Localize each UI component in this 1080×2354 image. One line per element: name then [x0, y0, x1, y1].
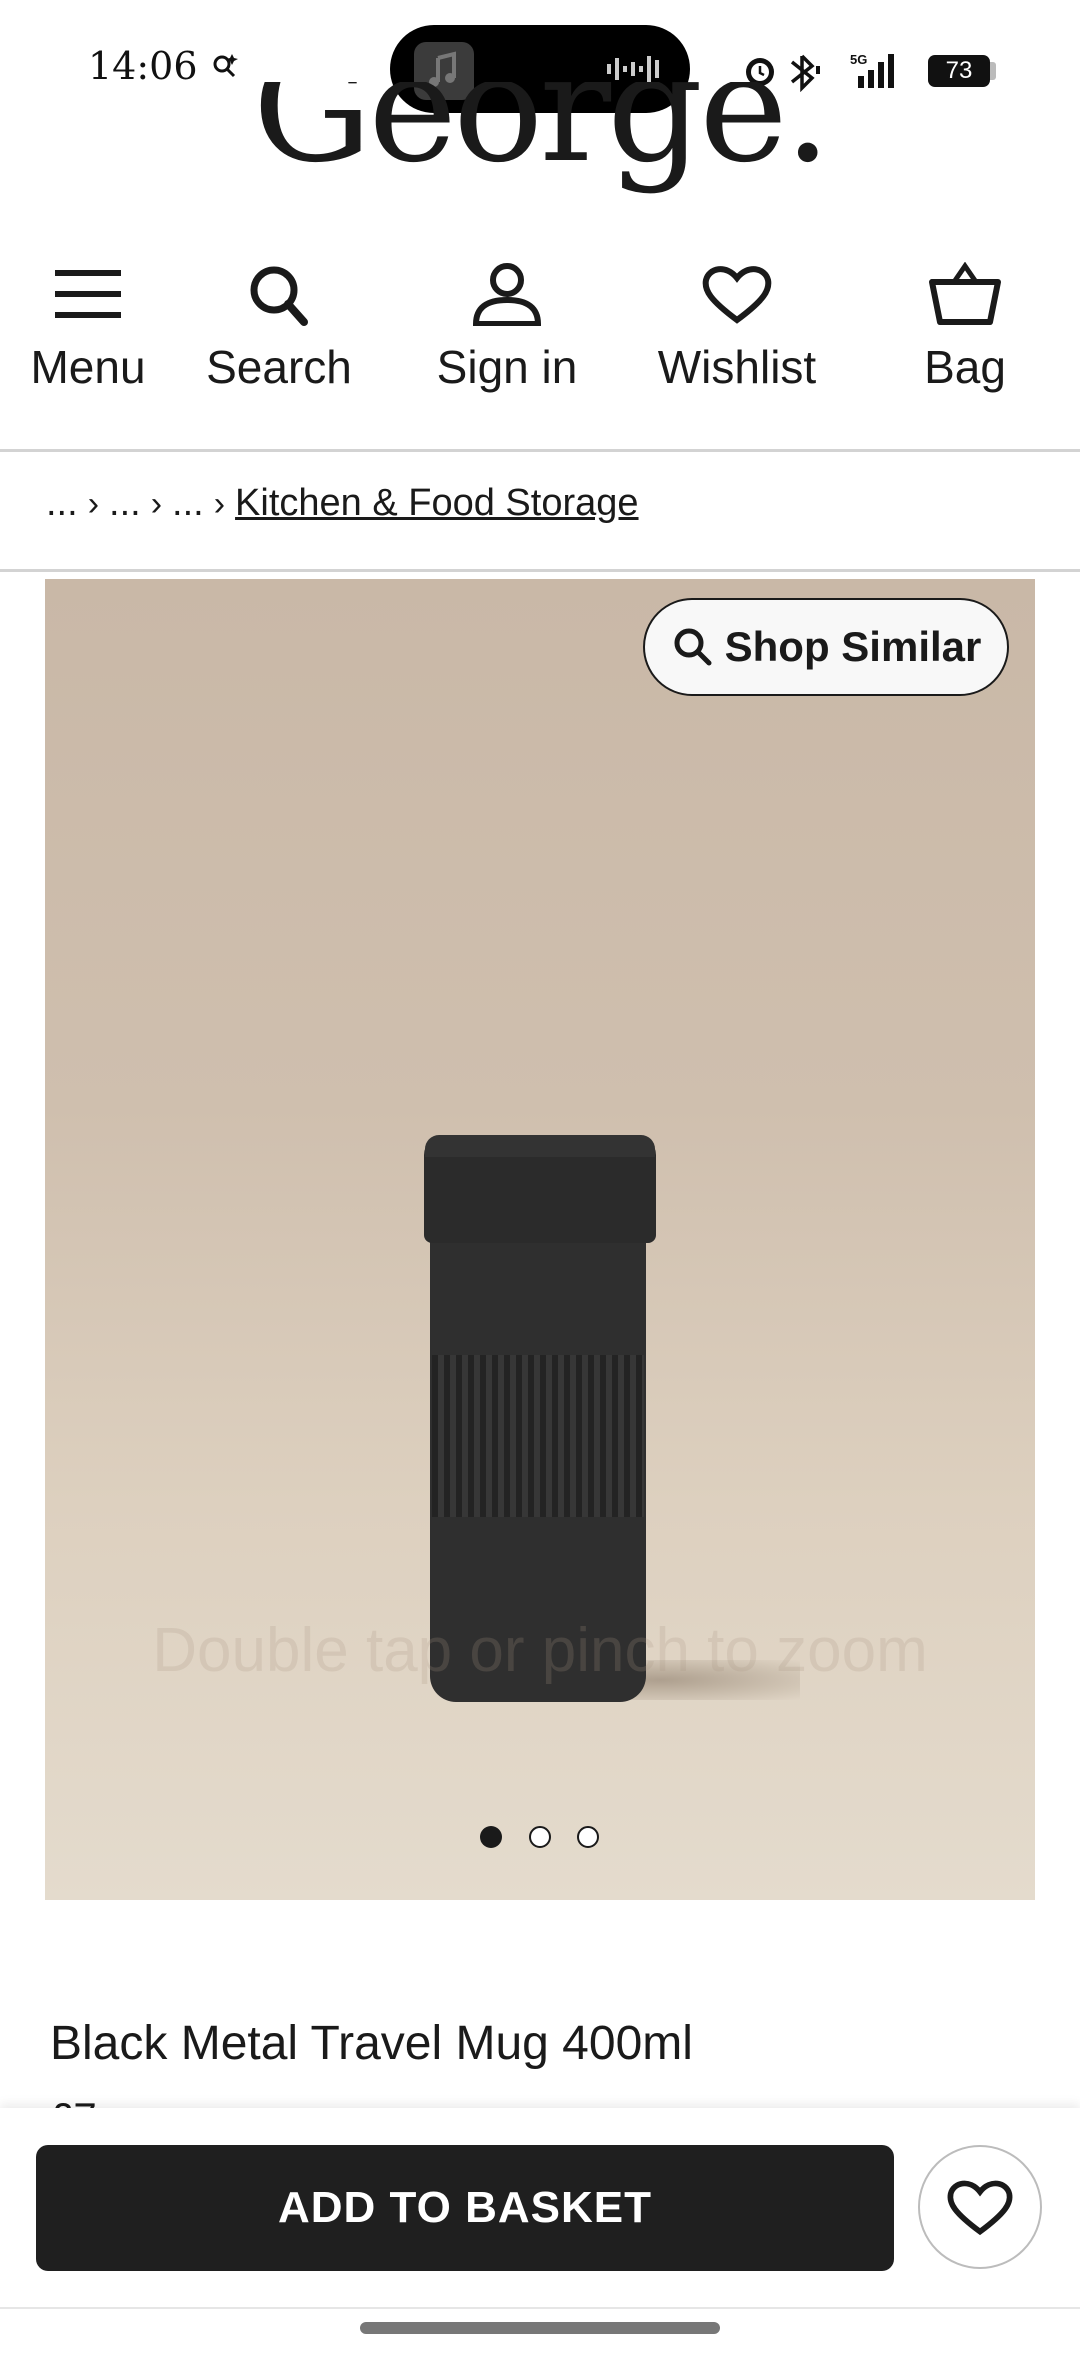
battery-tip — [990, 62, 996, 80]
chevron-right-icon: › — [213, 485, 226, 523]
mug-lid-top — [425, 1135, 655, 1157]
menu-button[interactable]: Menu — [18, 262, 158, 422]
chevron-right-icon: › — [150, 485, 163, 523]
signin-button[interactable]: Sign in — [430, 262, 584, 422]
carousel-dot-3[interactable] — [577, 1826, 599, 1848]
bottom-divider — [0, 2307, 1080, 2309]
wishlist-button[interactable]: Wishlist — [642, 262, 832, 422]
logo-text: George. — [252, 82, 831, 196]
home-indicator[interactable] — [360, 2322, 720, 2334]
carousel-dot-2[interactable] — [529, 1826, 551, 1848]
wishlist-label: Wishlist — [657, 341, 817, 393]
breadcrumb-item[interactable]: ... — [172, 482, 204, 524]
network-label: 5G — [850, 52, 867, 67]
search-button[interactable]: Search — [198, 262, 360, 422]
signin-label: Sign in — [436, 341, 578, 393]
product-price: £7 — [50, 2094, 97, 2108]
breadcrumb-item[interactable]: ... — [46, 482, 78, 524]
shop-similar-label: Shop Similar — [724, 623, 982, 670]
breadcrumb-divider — [0, 569, 1080, 572]
bag-label: Bag — [924, 341, 1006, 393]
shop-similar-button[interactable]: Shop Similar — [643, 598, 1009, 696]
bag-button[interactable]: Bag — [910, 262, 1020, 422]
chevron-right-icon: › — [87, 485, 100, 523]
search-icon — [674, 628, 712, 666]
carousel-dot-1[interactable] — [480, 1826, 502, 1848]
menu-label: Menu — [30, 341, 146, 393]
user-icon — [472, 263, 542, 326]
breadcrumb-item[interactable]: ... — [109, 482, 141, 524]
heart-icon — [702, 266, 772, 324]
nav-divider — [0, 449, 1080, 452]
bag-icon — [929, 262, 1001, 325]
george-logo[interactable]: George. — [0, 82, 1080, 232]
heart-icon — [947, 2180, 1013, 2236]
search-label: Search — [206, 341, 352, 393]
audio-wave-icon — [607, 56, 659, 82]
breadcrumb: ... ›... ›... › Kitchen & Food Storage — [46, 482, 639, 525]
search-icon — [250, 266, 308, 326]
breadcrumb-current[interactable]: Kitchen & Food Storage — [235, 482, 638, 524]
zoom-hint: Double tap or pinch to zoom — [152, 1616, 928, 1685]
add-to-wishlist-button[interactable] — [918, 2145, 1042, 2269]
add-to-basket-button[interactable]: ADD TO BASKET — [36, 2145, 894, 2271]
mug-grip — [432, 1355, 644, 1517]
product-title: Black Metal Travel Mug 400ml — [50, 2017, 693, 2070]
menu-icon — [55, 270, 121, 318]
location-icon — [213, 54, 238, 78]
